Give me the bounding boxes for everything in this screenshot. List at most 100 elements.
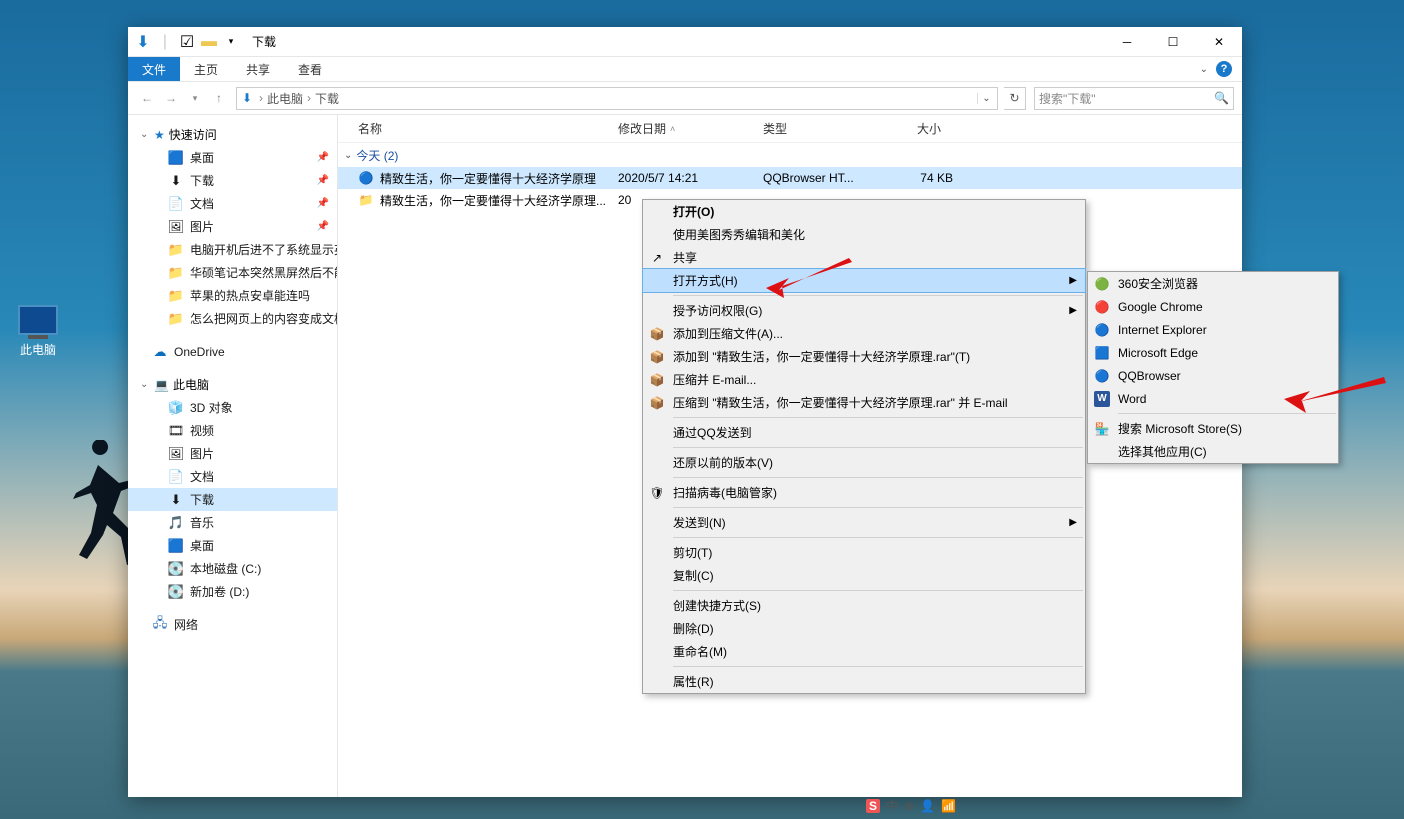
menu-item[interactable]: 属性(R): [643, 670, 1085, 693]
up-button[interactable]: ↑: [208, 87, 230, 109]
col-size[interactable]: 大小: [883, 120, 953, 137]
refresh-button[interactable]: ↻: [1004, 87, 1026, 110]
menu-item[interactable]: 重命名(M): [643, 640, 1085, 663]
drive-icon: ⬇: [168, 492, 184, 508]
menu-separator: [673, 590, 1083, 591]
menu-item[interactable]: 发送到(N)▶: [643, 511, 1085, 534]
submenu-item[interactable]: 🟦Microsoft Edge: [1088, 341, 1338, 364]
forward-button[interactable]: →: [160, 87, 182, 109]
menu-item[interactable]: 打开(O): [643, 200, 1085, 223]
close-button[interactable]: ✕: [1196, 27, 1242, 57]
sidebar-item[interactable]: 🎞视频: [128, 419, 337, 442]
search-icon[interactable]: 🔍: [1214, 91, 1229, 105]
sidebar-item-label: 华硕笔记本突然黑屏然后不能开: [190, 264, 338, 281]
tab-file[interactable]: 文件: [128, 57, 180, 81]
sidebar-item[interactable]: 📁苹果的热点安卓能连吗: [128, 284, 337, 307]
sidebar-item[interactable]: 💽本地磁盘 (C:): [128, 557, 337, 580]
maximize-button[interactable]: ☐: [1150, 27, 1196, 57]
file-date: 2020/5/7 14:21: [618, 171, 763, 185]
chevron-down-icon[interactable]: ⌄: [344, 150, 352, 161]
menu-item[interactable]: 创建快捷方式(S): [643, 594, 1085, 617]
sidebar-item[interactable]: 💽新加卷 (D:): [128, 580, 337, 603]
sidebar-item[interactable]: ⬇下载: [128, 488, 337, 511]
menu-item[interactable]: 删除(D): [643, 617, 1085, 640]
help-icon[interactable]: ?: [1216, 61, 1232, 77]
sidebar-item[interactable]: 📁华硕笔记本突然黑屏然后不能开: [128, 261, 337, 284]
menu-item[interactable]: 打开方式(H)▶: [643, 269, 1085, 292]
back-button[interactable]: ←: [136, 87, 158, 109]
menu-item[interactable]: 还原以前的版本(V): [643, 451, 1085, 474]
sidebar-network[interactable]: 🖧网络: [128, 613, 337, 636]
file-row[interactable]: 🔵精致生活，你一定要懂得十大经济学原理2020/5/7 14:21QQBrows…: [338, 167, 1242, 189]
menu-item[interactable]: 📦添加到压缩文件(A)...: [643, 322, 1085, 345]
sidebar-item[interactable]: 🟦桌面📌: [128, 146, 337, 169]
search-input[interactable]: 搜索"下载" 🔍: [1034, 87, 1234, 110]
sidebar-item[interactable]: 🧊3D 对象: [128, 396, 337, 419]
col-date[interactable]: 修改日期˄: [618, 120, 763, 137]
minimize-button[interactable]: ─: [1104, 27, 1150, 57]
system-tray[interactable]: S 中 ⊗ 👤 📶: [866, 797, 956, 814]
sidebar-item[interactable]: 🟦桌面: [128, 534, 337, 557]
breadcrumb[interactable]: 此电脑: [263, 90, 307, 107]
pin-icon: 📌: [317, 152, 329, 163]
menu-item[interactable]: 📦添加到 "精致生活，你一定要懂得十大经济学原理.rar"(T): [643, 345, 1085, 368]
sidebar-item[interactable]: 📁怎么把网页上的内容变成文档: [128, 307, 337, 330]
submenu-item[interactable]: 🏪搜索 Microsoft Store(S): [1088, 417, 1338, 440]
titlebar[interactable]: ⬇ | ☑ ▬ ▾ 下载 ─ ☐ ✕: [128, 27, 1242, 57]
submenu-item[interactable]: 选择其他应用(C): [1088, 440, 1338, 463]
app-icon: 🔵: [1094, 368, 1110, 384]
menu-item[interactable]: 通过QQ发送到: [643, 421, 1085, 444]
sidebar-quick-access[interactable]: ⌄ ★ 快速访问: [128, 123, 337, 146]
chevron-down-icon[interactable]: ⌄: [140, 129, 150, 140]
menu-item-label: 共享: [673, 249, 697, 266]
address-dropdown-icon[interactable]: ⌄: [977, 93, 995, 104]
sidebar-item[interactable]: 🖼图片📌: [128, 215, 337, 238]
ime-lang[interactable]: 中: [886, 797, 898, 814]
menu-item[interactable]: 授予访问权限(G)▶: [643, 299, 1085, 322]
menu-item-label: 删除(D): [673, 620, 714, 637]
menu-item[interactable]: 使用美图秀秀编辑和美化: [643, 223, 1085, 246]
sidebar-item[interactable]: 📄文档: [128, 465, 337, 488]
menu-item-label: 复制(C): [673, 567, 714, 584]
sidebar-item[interactable]: 🖼图片: [128, 442, 337, 465]
menu-item[interactable]: 📦压缩到 "精致生活，你一定要懂得十大经济学原理.rar" 并 E-mail: [643, 391, 1085, 414]
sidebar-thispc[interactable]: ⌄ 💻 此电脑: [128, 373, 337, 396]
submenu-item[interactable]: 🔵Internet Explorer: [1088, 318, 1338, 341]
col-name[interactable]: 名称: [358, 120, 618, 137]
tab-share[interactable]: 共享: [232, 57, 284, 81]
tray-icon[interactable]: 📶: [941, 799, 956, 813]
desktop-pc-icon[interactable]: 此电脑: [8, 305, 68, 358]
menu-item[interactable]: 复制(C): [643, 564, 1085, 587]
sidebar-item[interactable]: 📄文档📌: [128, 192, 337, 215]
breadcrumb[interactable]: 下载: [311, 90, 343, 107]
address-bar[interactable]: ⬇ › 此电脑 › 下载 ⌄: [236, 87, 998, 110]
download-icon[interactable]: ⬇: [134, 33, 152, 51]
col-type[interactable]: 类型: [763, 120, 883, 137]
sidebar-onedrive[interactable]: ☁OneDrive: [128, 340, 337, 363]
submenu-item[interactable]: 🔴Google Chrome: [1088, 295, 1338, 318]
sidebar-item-label: 电脑开机后进不了系统显示英文: [190, 241, 338, 258]
tab-view[interactable]: 查看: [284, 57, 336, 81]
group-today[interactable]: ⌄ 今天 (2): [338, 143, 1242, 167]
tab-home[interactable]: 主页: [180, 57, 232, 81]
submenu-item[interactable]: 🟢360安全浏览器: [1088, 272, 1338, 295]
recent-dropdown-icon[interactable]: ▾: [184, 87, 206, 109]
sidebar-item-label: 3D 对象: [190, 399, 233, 416]
ribbon-collapse-icon[interactable]: ⌄: [1200, 64, 1208, 75]
properties-icon[interactable]: ☑: [178, 33, 196, 51]
folder-icon[interactable]: ▬: [200, 33, 218, 51]
tray-icon[interactable]: ⊗: [904, 799, 914, 813]
sidebar-item-label: 图片: [190, 445, 214, 462]
nav-bar: ← → ▾ ↑ ⬇ › 此电脑 › 下载 ⌄ ↻ 搜索"下载" 🔍: [128, 81, 1242, 115]
sidebar-item[interactable]: ⬇下载📌: [128, 169, 337, 192]
menu-item[interactable]: ↗共享: [643, 246, 1085, 269]
sidebar-item[interactable]: 📁电脑开机后进不了系统显示英文: [128, 238, 337, 261]
menu-item[interactable]: 剪切(T): [643, 541, 1085, 564]
tray-icon[interactable]: 👤: [920, 799, 935, 813]
qat-dropdown-icon[interactable]: ▾: [222, 33, 240, 51]
menu-item[interactable]: 🛡扫描病毒(电脑管家): [643, 481, 1085, 504]
ime-icon[interactable]: S: [866, 799, 880, 813]
menu-item[interactable]: 📦压缩并 E-mail...: [643, 368, 1085, 391]
sidebar-item[interactable]: 🎵音乐: [128, 511, 337, 534]
chevron-down-icon[interactable]: ⌄: [140, 379, 150, 390]
